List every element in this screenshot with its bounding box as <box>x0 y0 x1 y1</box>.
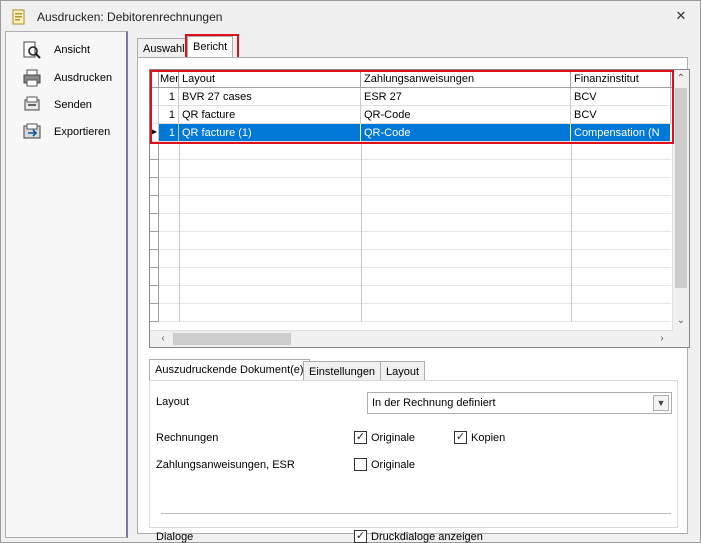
originale-checkbox[interactable]: ✓ Originale <box>354 431 415 444</box>
table-row-selected[interactable]: ▶ 1 QR facture (1) QR-Code Compensation … <box>150 124 671 142</box>
row-indicator <box>150 268 159 286</box>
cell-layout: QR facture <box>179 106 361 124</box>
column-header-men[interactable]: Men <box>159 70 179 88</box>
sidebar: Ansicht Ausdrucken Senden Exportieren <box>5 31 128 538</box>
cell-finanzinstitut: BCV <box>571 88 671 106</box>
empty-row <box>150 160 671 178</box>
rechnungen-label: Rechnungen <box>156 432 219 444</box>
report-grid[interactable]: Men Layout Zahlungsanweisungen Finanzins… <box>149 69 690 348</box>
tab-panel-bericht: Men Layout Zahlungsanweisungen Finanzins… <box>137 57 690 543</box>
row-indicator <box>150 196 159 214</box>
sidebar-item-label: Exportieren <box>54 126 111 138</box>
send-icon <box>24 96 40 111</box>
kopien-checkbox-label: Kopien <box>471 431 506 444</box>
tab-auszudruckende-dokumente[interactable]: Auszudruckende Dokument(e) <box>149 359 310 381</box>
table-row[interactable]: 1 BVR 27 cases ESR 27 BCV <box>150 88 671 106</box>
zahlung-originale-checkbox-label: Originale <box>371 458 416 471</box>
zahlung-originale-checkbox[interactable]: Originale <box>354 458 415 471</box>
empty-row <box>150 214 671 232</box>
row-indicator <box>150 88 159 106</box>
scroll-up-icon[interactable]: ⌃ <box>675 73 687 85</box>
dialoge-label: Dialoge <box>156 531 194 543</box>
checkmark-icon[interactable]: ✓ <box>454 431 467 444</box>
row-indicator <box>150 286 159 304</box>
chevron-down-icon[interactable]: ▼ <box>653 395 669 411</box>
row-indicator <box>150 304 159 322</box>
row-pointer-icon: ▶ <box>150 124 159 142</box>
empty-row <box>150 304 671 322</box>
vertical-scrollbar[interactable]: ⌃ ⌄ <box>672 70 689 347</box>
empty-row <box>150 250 671 268</box>
print-dialog-window: Ausdrucken: Debitorenrechnungen ✕ Ansich… <box>0 0 701 543</box>
scroll-right-icon[interactable]: › <box>656 333 668 345</box>
sidebar-item-label: Ausdrucken <box>54 72 113 84</box>
cell-finanzinstitut: Compensation (N <box>571 124 671 142</box>
table-row[interactable]: 1 QR facture QR-Code BCV <box>150 106 671 124</box>
sidebar-item-ansicht[interactable]: Ansicht <box>22 40 90 60</box>
sidebar-item-senden[interactable]: Senden <box>22 95 92 115</box>
druckdialoge-checkbox[interactable]: ✓ Druckdialoge anzeigen <box>354 530 483 543</box>
layout-label: Layout <box>156 396 190 408</box>
tab-layout[interactable]: Layout <box>380 361 426 381</box>
magnifier-page-icon <box>23 41 41 59</box>
row-indicator <box>150 178 159 196</box>
divider <box>161 513 671 514</box>
horizontal-scroll-thumb[interactable] <box>173 333 291 345</box>
vertical-scroll-thumb[interactable] <box>675 88 687 288</box>
column-header-zahlungsanweisungen[interactable]: Zahlungsanweisungen <box>361 70 571 88</box>
scroll-left-icon[interactable]: ‹ <box>157 333 169 345</box>
checkmark-icon[interactable]: ✓ <box>354 530 367 543</box>
close-icon[interactable]: ✕ <box>674 9 688 23</box>
empty-row <box>150 232 671 250</box>
app-icon <box>12 9 25 25</box>
row-indicator <box>150 232 159 250</box>
row-indicator <box>150 250 159 268</box>
layout-select[interactable]: In der Rechnung definiert ▼ <box>367 392 672 414</box>
sidebar-item-ausdrucken[interactable]: Ausdrucken <box>22 68 112 88</box>
cell-zahlungsanweisungen: QR-Code <box>361 106 571 124</box>
empty-row <box>150 178 671 196</box>
row-indicator <box>150 142 159 160</box>
sidebar-item-label: Senden <box>54 99 92 111</box>
cell-zahlungsanweisungen: QR-Code <box>361 124 571 142</box>
title-bar: Ausdrucken: Debitorenrechnungen ✕ <box>1 1 700 31</box>
column-header-layout[interactable]: Layout <box>179 70 361 88</box>
window-title: Ausdrucken: Debitorenrechnungen <box>37 10 223 24</box>
main-area: Auswahl Bericht Men Layout Zahlungsanwei… <box>129 31 695 543</box>
cell-men: 1 <box>159 88 179 106</box>
empty-row <box>150 196 671 214</box>
cell-men: 1 <box>159 124 179 142</box>
row-indicator <box>150 214 159 232</box>
export-icon <box>23 123 41 139</box>
cell-layout: BVR 27 cases <box>179 88 361 106</box>
column-header-finanzinstitut[interactable]: Finanzinstitut <box>571 70 671 88</box>
originale-checkbox-label: Originale <box>371 431 416 444</box>
row-indicator <box>150 106 159 124</box>
tab-einstellungen[interactable]: Einstellungen <box>303 361 382 381</box>
tab-auswahl[interactable]: Auswahl <box>137 38 191 58</box>
grid-header: Men Layout Zahlungsanweisungen Finanzins… <box>150 70 689 88</box>
printer-icon <box>23 69 41 87</box>
checkmark-icon[interactable]: ✓ <box>354 431 367 444</box>
zahlungsanweisungen-label: Zahlungsanweisungen, ESR <box>156 459 295 471</box>
empty-checkbox-icon[interactable] <box>354 458 367 471</box>
kopien-checkbox[interactable]: ✓ Kopien <box>454 431 505 444</box>
sidebar-item-label: Ansicht <box>54 44 91 56</box>
layout-select-value: In der Rechnung definiert <box>372 397 496 409</box>
scroll-down-icon[interactable]: ⌄ <box>675 315 687 327</box>
cell-layout: QR facture (1) <box>179 124 361 142</box>
row-indicator <box>150 160 159 178</box>
grid-corner <box>150 70 159 88</box>
horizontal-scrollbar[interactable]: ‹ › <box>150 330 674 347</box>
documents-panel: Layout In der Rechnung definiert ▼ Rechn… <box>149 380 678 543</box>
sidebar-item-exportieren[interactable]: Exportieren <box>22 122 110 142</box>
druckdialoge-checkbox-label: Druckdialoge anzeigen <box>371 530 483 543</box>
empty-row <box>150 268 671 286</box>
empty-row <box>150 142 671 160</box>
cell-zahlungsanweisungen: ESR 27 <box>361 88 571 106</box>
empty-row <box>150 286 671 304</box>
cell-finanzinstitut: BCV <box>571 106 671 124</box>
cell-men: 1 <box>159 106 179 124</box>
